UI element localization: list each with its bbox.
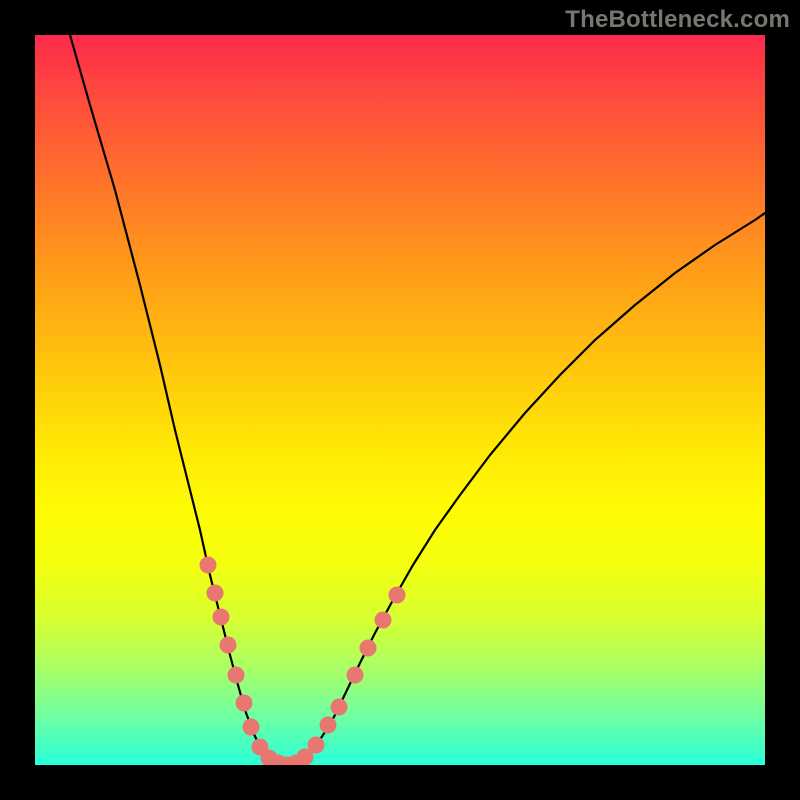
bottleneck-curve (35, 35, 765, 765)
data-marker (220, 637, 237, 654)
data-marker (320, 717, 337, 734)
data-marker (347, 667, 364, 684)
curve-path (70, 35, 765, 765)
data-marker (389, 587, 406, 604)
data-marker (243, 719, 260, 736)
data-marker (236, 695, 253, 712)
data-marker (200, 557, 217, 574)
data-marker (213, 609, 230, 626)
data-marker (331, 699, 348, 716)
plot-area (35, 35, 765, 765)
data-marker (228, 667, 245, 684)
data-marker (308, 737, 325, 754)
data-marker (360, 640, 377, 657)
data-marker (207, 585, 224, 602)
watermark-text: TheBottleneck.com (565, 6, 790, 34)
chart-container: TheBottleneck.com (0, 0, 800, 800)
data-marker (375, 612, 392, 629)
